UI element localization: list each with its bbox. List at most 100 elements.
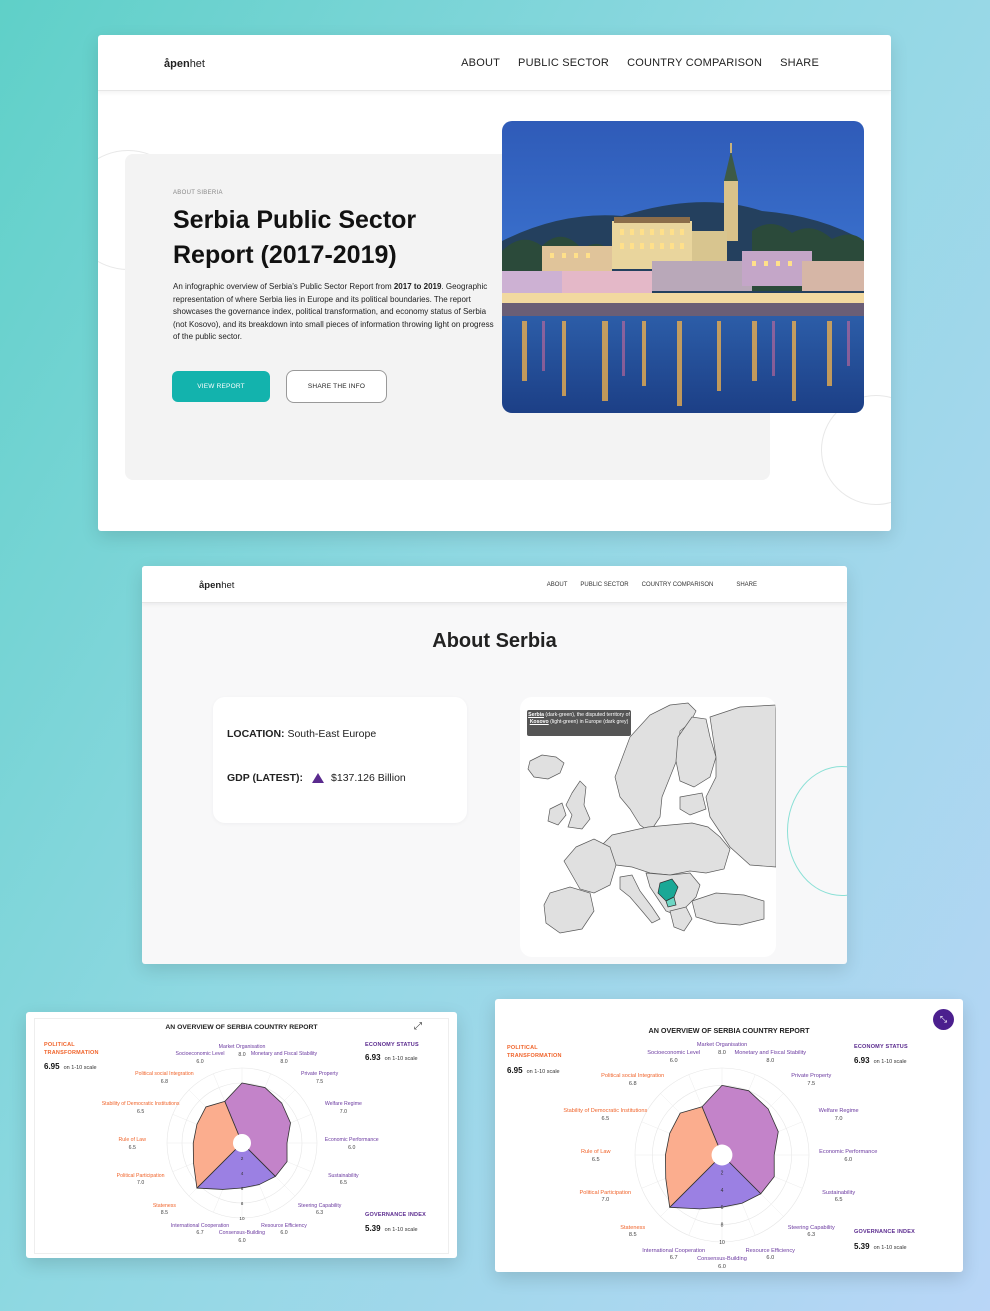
axis-value: 6.5 <box>591 1156 600 1163</box>
axis-label: Private Property 7.5 <box>791 1073 831 1088</box>
axis-value: 6.8 <box>628 1080 637 1087</box>
axis-value: 8.0 <box>766 1057 775 1064</box>
axis-label: Stateness 8.5 <box>620 1225 645 1240</box>
brand-logo[interactable]: åpenhet <box>164 58 205 70</box>
view-report-button[interactable]: VIEW REPORT <box>172 371 270 402</box>
nav-country-comparison[interactable]: COUNTRY COMPARISON <box>627 57 762 69</box>
axis-name: Welfare Regime <box>324 1101 362 1108</box>
nav-share[interactable]: SHARE <box>780 57 819 69</box>
nav-menu: ABOUT PUBLIC SECTOR COUNTRY COMPARISON S… <box>547 582 757 588</box>
tick-label: 10 <box>719 1240 725 1246</box>
hero-card: åpenhet ABOUT PUBLIC SECTOR COUNTRY COMP… <box>98 35 891 531</box>
axis-name: Stateness <box>152 1202 176 1209</box>
section-title: About Serbia <box>432 630 557 652</box>
nav-public-sector[interactable]: PUBLIC SECTOR <box>580 582 628 588</box>
trend-up-icon <box>312 773 325 783</box>
axis-value: 7.5 <box>315 1078 324 1085</box>
axis-value: 6.0 <box>766 1255 775 1262</box>
axis-name: Rule of Law <box>580 1149 611 1155</box>
axis-label: Resource Efficiency 6.0 <box>261 1223 307 1238</box>
europe-map[interactable]: Serbia (dark-green), the disputed territ… <box>520 697 776 957</box>
tick-label: 2 <box>721 1170 724 1176</box>
axis-name: Resource Efficiency <box>261 1222 307 1229</box>
axis-value: 6.0 <box>669 1057 678 1064</box>
axis-value: 6.0 <box>238 1237 246 1244</box>
radar-center <box>233 1134 251 1152</box>
axis-value: 7.0 <box>601 1197 610 1204</box>
brand-logo[interactable]: åpenhet <box>199 580 234 591</box>
axis-value: 6.8 <box>160 1078 168 1085</box>
axis-value: 8.5 <box>628 1232 637 1239</box>
axis-name: Economic Performance <box>324 1137 379 1143</box>
axis-label: Stability of Democratic Institutions 6.5 <box>563 1108 647 1123</box>
axis-label: Monetary and Fiscal Stability 8.0 <box>735 1050 807 1065</box>
axis-label: Rule of Law 6.5 <box>119 1137 146 1152</box>
decorative-ring <box>787 766 847 896</box>
hero-description: An infographic overview of Serbia’s Publ… <box>173 282 494 342</box>
axis-value: 8.5 <box>160 1210 168 1217</box>
axis-name: Steering Capability <box>297 1202 342 1209</box>
tick-label: 6 <box>721 1205 724 1211</box>
nav-share[interactable]: SHARE <box>736 582 757 588</box>
nav-public-sector[interactable]: PUBLIC SECTOR <box>518 57 609 69</box>
axis-name: Private Property <box>300 1071 339 1078</box>
axis-value: 7.0 <box>834 1115 843 1122</box>
axis-value: 6.3 <box>315 1210 324 1217</box>
tick-label: 8 <box>721 1223 724 1229</box>
axis-label: Socioeconomic Level 6.0 <box>647 1050 700 1065</box>
axis-name: Socioeconomic Level <box>647 1050 701 1057</box>
radar-center <box>711 1144 733 1166</box>
report-card-compact: AN OVERVIEW OF SERBIA COUNTRY REPORT ⤢ P… <box>26 1012 457 1258</box>
axis-name: Resource Efficiency <box>745 1247 795 1254</box>
axis-label: Political social Integration 6.8 <box>135 1071 194 1086</box>
eyebrow-label: ABOUT SIBERIA <box>173 190 223 196</box>
axis-label: Stateness 8.5 <box>153 1203 176 1218</box>
axis-value: 6.0 <box>196 1058 204 1065</box>
tick-label: 6 <box>241 1186 244 1191</box>
axis-value: 6.5 <box>339 1180 347 1187</box>
axis-name: Private Property <box>791 1073 832 1080</box>
nav-menu: ABOUT PUBLIC SECTOR COUNTRY COMPARISON S… <box>461 57 819 69</box>
nav-country-comparison[interactable]: COUNTRY COMPARISON <box>642 582 714 588</box>
axis-name: Steering Capability <box>787 1224 835 1231</box>
belgrade-photo <box>502 121 864 413</box>
top-navbar: åpenhet ABOUT PUBLIC SECTOR COUNTRY COMP… <box>98 35 891 91</box>
share-info-button[interactable]: SHARE THE INFO <box>286 370 387 403</box>
axis-value: 6.7 <box>196 1230 204 1237</box>
axis-label: Political Participation 7.0 <box>117 1173 165 1188</box>
axis-name: Political social Integration <box>135 1071 194 1078</box>
axis-label: Political social Integration 6.8 <box>601 1073 664 1088</box>
about-card: åpenhet ABOUT PUBLIC SECTOR COUNTRY COMP… <box>142 566 847 964</box>
axis-label: Sustainability 6.5 <box>822 1190 855 1205</box>
axis-label: Stability of Democratic Institutions 6.5 <box>102 1101 180 1116</box>
axis-label: Private Property 7.5 <box>301 1071 338 1086</box>
nav-about[interactable]: ABOUT <box>547 582 568 588</box>
axis-name: Economic Performance <box>819 1149 878 1155</box>
axis-name: Welfare Regime <box>818 1108 859 1115</box>
axis-value: 6.5 <box>128 1144 136 1151</box>
radar-chart: 2 4 6 8 10 <box>634 1067 810 1246</box>
axis-value: 6.0 <box>844 1156 853 1163</box>
axis-label: Welfare Regime 7.0 <box>819 1108 859 1123</box>
axis-name: Stateness <box>620 1224 646 1231</box>
axis-name: International Cooperation <box>642 1247 706 1254</box>
axis-value: 6.3 <box>807 1232 816 1239</box>
axis-value: 6.0 <box>280 1230 288 1237</box>
axis-value: 7.5 <box>807 1080 816 1087</box>
axis-value: 7.0 <box>339 1108 347 1115</box>
axis-name: Socioeconomic Level <box>175 1051 225 1058</box>
axis-name: Sustainability <box>328 1172 359 1179</box>
axis-label: Sustainability 6.5 <box>328 1173 359 1188</box>
axis-name: Stability of Democratic Institutions <box>101 1101 180 1108</box>
axis-name: Market Organisation <box>696 1042 748 1048</box>
report-card-expanded: AN OVERVIEW OF SERBIA COUNTRY REPORT ⤡ P… <box>495 999 963 1272</box>
axis-name: Political social Integration <box>601 1073 665 1080</box>
tick-label: 8 <box>241 1201 244 1206</box>
axis-name: Monetary and Fiscal Stability <box>734 1050 807 1057</box>
nav-about[interactable]: ABOUT <box>461 57 500 69</box>
axis-value: 6.5 <box>137 1108 145 1115</box>
axis-label: Economic Performance 6.0 <box>819 1149 877 1164</box>
tick-label: 10 <box>239 1216 245 1221</box>
axis-label: Steering Capability 6.3 <box>788 1225 835 1240</box>
axis-value: 6.5 <box>834 1197 843 1204</box>
